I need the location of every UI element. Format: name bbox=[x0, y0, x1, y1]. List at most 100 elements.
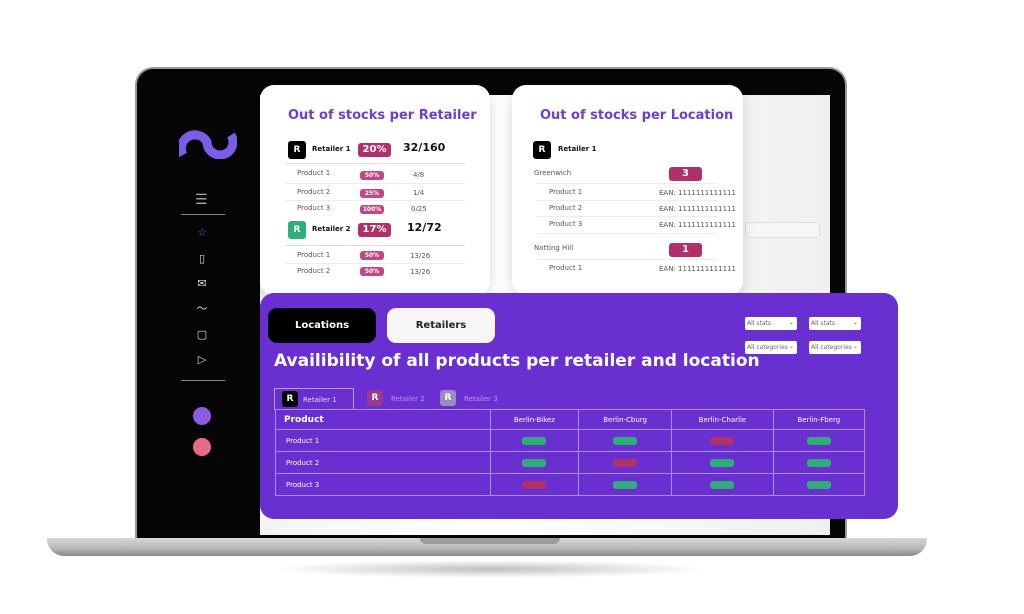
status-cell bbox=[490, 473, 579, 496]
bookmark-icon[interactable]: ▯ bbox=[195, 252, 209, 266]
product-name: Product 1 bbox=[549, 188, 583, 196]
out-of-stock-indicator bbox=[522, 480, 547, 489]
select-value: All categories bbox=[811, 344, 852, 351]
column-header-location: Berlin-Cburg bbox=[577, 409, 673, 430]
divider bbox=[537, 183, 717, 184]
ratio: 1/4 bbox=[413, 189, 425, 197]
product-cell: Product 2 bbox=[275, 451, 491, 474]
percent-badge: 20% bbox=[358, 143, 391, 157]
stats-select[interactable]: All stats ⌄ bbox=[745, 317, 797, 330]
column-header-location: Berlin-Bikez bbox=[490, 409, 579, 430]
chart-line-icon[interactable]: 〜 bbox=[195, 302, 209, 316]
percent-badge: 50% bbox=[360, 171, 384, 180]
retailer-tab-label: Retailer 2 bbox=[391, 395, 425, 403]
in-stock-indicator bbox=[522, 458, 547, 467]
select-value: All stats bbox=[747, 320, 771, 327]
location-name: Greenwich bbox=[534, 169, 572, 177]
ean: EAN: 1111111111111 bbox=[659, 205, 736, 213]
status-cell bbox=[772, 429, 866, 452]
in-stock-indicator bbox=[710, 480, 735, 489]
table-row: Product 1 bbox=[275, 429, 866, 452]
in-stock-indicator bbox=[806, 480, 831, 489]
stats-select[interactable]: All stats ⌄ bbox=[809, 317, 861, 330]
mail-icon[interactable]: ✉ bbox=[195, 277, 209, 291]
document-icon[interactable]: ▢ bbox=[195, 328, 209, 342]
retailer-logo: R bbox=[288, 221, 306, 239]
menu-icon[interactable]: ☰ bbox=[195, 192, 208, 208]
divider bbox=[285, 183, 465, 184]
divider bbox=[537, 200, 717, 201]
column-header-product: Product bbox=[275, 409, 491, 430]
background-button bbox=[745, 222, 820, 238]
card-title: Out of stocks per Retailer bbox=[288, 108, 477, 123]
chevron-down-icon: ⌄ bbox=[788, 319, 794, 326]
retailer-tab-1[interactable]: R Retailer 1 bbox=[274, 388, 354, 410]
product-name: Product 2 bbox=[297, 188, 331, 196]
divider bbox=[285, 245, 465, 246]
status-cell bbox=[577, 429, 673, 452]
product-name: Product 1 bbox=[297, 169, 331, 177]
retailer-logo: R bbox=[533, 141, 551, 159]
select-value: All stats bbox=[811, 320, 835, 327]
ean: EAN: 1111111111111 bbox=[659, 221, 736, 229]
ratio: 13/26 bbox=[410, 268, 431, 276]
tab-retailers[interactable]: Retailers bbox=[387, 308, 495, 343]
product-name: Product 3 bbox=[549, 220, 583, 228]
column-header-location: Berlin-Charlie bbox=[671, 409, 774, 430]
in-stock-indicator bbox=[710, 458, 735, 467]
status-cell bbox=[577, 451, 673, 474]
ratio: 13/26 bbox=[410, 252, 431, 260]
ratio: 32/160 bbox=[403, 141, 446, 154]
select-value: All categories bbox=[747, 344, 788, 351]
table-row: Product 3 bbox=[275, 473, 866, 496]
retailer-logo: R bbox=[282, 391, 298, 407]
retailer-name: Retailer 1 bbox=[312, 145, 351, 153]
ratio: 4/8 bbox=[413, 171, 425, 179]
product-name: Product 1 bbox=[297, 251, 331, 259]
play-icon[interactable]: ▷ bbox=[195, 353, 209, 367]
product-name: Product 2 bbox=[549, 204, 583, 212]
product-name: Product 3 bbox=[297, 204, 331, 212]
divider bbox=[537, 259, 717, 260]
status-cell bbox=[671, 451, 774, 474]
in-stock-indicator bbox=[522, 436, 547, 445]
percent-badge: 25% bbox=[360, 189, 384, 198]
avatar[interactable] bbox=[193, 438, 211, 456]
categories-select[interactable]: All categories ⌄ bbox=[809, 341, 861, 354]
star-icon[interactable]: ☆ bbox=[195, 226, 209, 240]
divider bbox=[285, 263, 465, 264]
in-stock-indicator bbox=[806, 458, 831, 467]
divider bbox=[181, 214, 225, 215]
location-name: Notting Hill bbox=[534, 244, 574, 252]
in-stock-indicator bbox=[613, 436, 638, 445]
status-cell bbox=[490, 451, 579, 474]
retailer-name: Retailer 2 bbox=[312, 225, 351, 233]
divider bbox=[537, 233, 717, 234]
percent-badge: 100% bbox=[360, 205, 384, 214]
out-of-stock-retailer-card: Out of stocks per Retailer R Retailer 1 … bbox=[260, 85, 490, 295]
divider bbox=[181, 380, 225, 381]
chevron-down-icon: ⌄ bbox=[788, 343, 794, 350]
avatar[interactable] bbox=[193, 407, 211, 425]
sidebar: ☰ ☆ ▯ ✉ 〜 ▢ ▷ bbox=[137, 95, 259, 535]
laptop-notch bbox=[420, 538, 560, 544]
retailer-tab-label: Retailer 1 bbox=[303, 396, 337, 404]
chevron-down-icon: ⌄ bbox=[852, 343, 858, 350]
retailer-name: Retailer 1 bbox=[558, 145, 597, 153]
status-cell bbox=[671, 473, 774, 496]
divider bbox=[285, 200, 465, 201]
retailer-logo: R bbox=[367, 390, 383, 406]
divider bbox=[285, 163, 465, 164]
chevron-down-icon: ⌄ bbox=[852, 319, 858, 326]
out-of-stock-location-card: Out of stocks per Location R Retailer 1 … bbox=[512, 85, 743, 295]
column-header-location: Berlin-Fberg bbox=[772, 409, 866, 430]
out-of-stock-indicator bbox=[613, 458, 638, 467]
ean: EAN: 1111111111111 bbox=[659, 189, 736, 197]
retailer-tab-2[interactable]: R Retailer 2 bbox=[367, 388, 425, 410]
in-stock-indicator bbox=[806, 436, 831, 445]
ean: EAN: 1111111111111 bbox=[659, 265, 736, 273]
retailer-logo: R bbox=[288, 141, 306, 159]
tab-locations[interactable]: Locations bbox=[268, 308, 376, 343]
count-badge: 1 bbox=[669, 243, 702, 257]
retailer-tab-3[interactable]: R Retailer 3 bbox=[440, 388, 498, 410]
